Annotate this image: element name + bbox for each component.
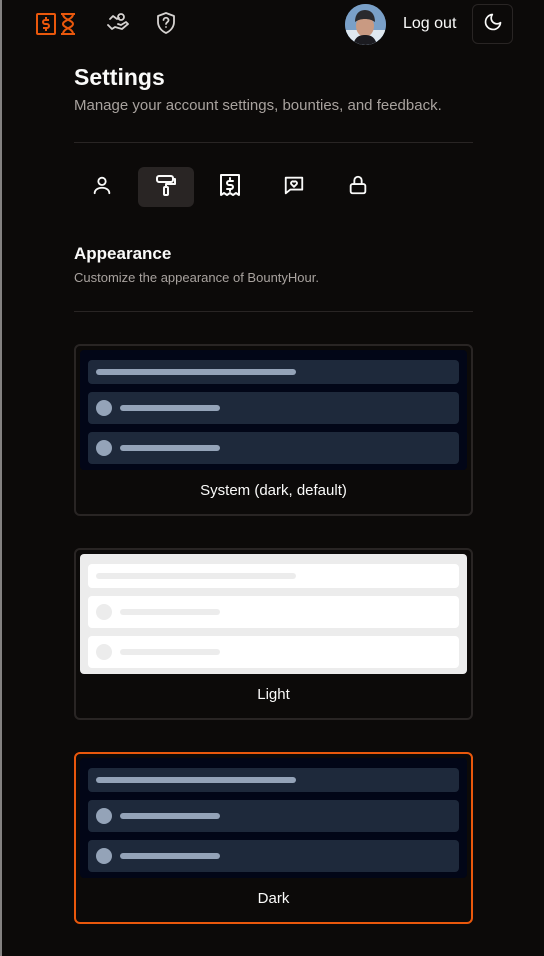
page-title: Settings <box>74 64 165 90</box>
theme-option-dark[interactable]: Dark <box>74 752 473 924</box>
divider <box>74 142 473 143</box>
tab-bounties[interactable] <box>202 167 258 207</box>
tab-feedback[interactable] <box>266 167 322 207</box>
logo-link[interactable] <box>36 12 78 41</box>
paint-roller-icon <box>154 173 178 202</box>
lock-icon <box>347 174 369 201</box>
theme-option-label: System (dark, default) <box>200 482 347 499</box>
shield-question-icon[interactable] <box>154 11 178 40</box>
avatar[interactable] <box>345 4 386 45</box>
theme-option-system[interactable]: System (dark, default) <box>74 344 473 516</box>
moon-icon <box>483 12 503 37</box>
theme-preview <box>80 554 467 674</box>
tab-appearance[interactable] <box>138 167 194 207</box>
page-subtitle: Manage your account settings, bounties, … <box>74 97 442 114</box>
receipt-icon <box>219 173 241 202</box>
theme-option-light[interactable]: Light <box>74 548 473 720</box>
divider <box>74 311 473 312</box>
top-bar: Log out <box>0 0 544 50</box>
hourglass-icon <box>58 12 78 41</box>
dollar-icon <box>36 12 56 41</box>
window-edge <box>0 0 2 956</box>
settings-tabs <box>74 167 394 207</box>
message-heart-icon <box>283 174 305 201</box>
tab-account[interactable] <box>74 167 130 207</box>
theme-toggle-button[interactable] <box>472 4 513 44</box>
theme-preview <box>80 350 467 470</box>
theme-option-label: Dark <box>257 890 290 907</box>
user-icon <box>91 174 113 201</box>
logout-button[interactable]: Log out <box>403 15 456 33</box>
theme-preview <box>80 758 467 878</box>
section-title: Appearance <box>74 244 172 263</box>
section-description: Customize the appearance of BountyHour. <box>74 270 319 285</box>
hand-coin-icon[interactable] <box>106 11 130 40</box>
theme-option-label: Light <box>257 686 290 703</box>
tab-security[interactable] <box>330 167 386 207</box>
